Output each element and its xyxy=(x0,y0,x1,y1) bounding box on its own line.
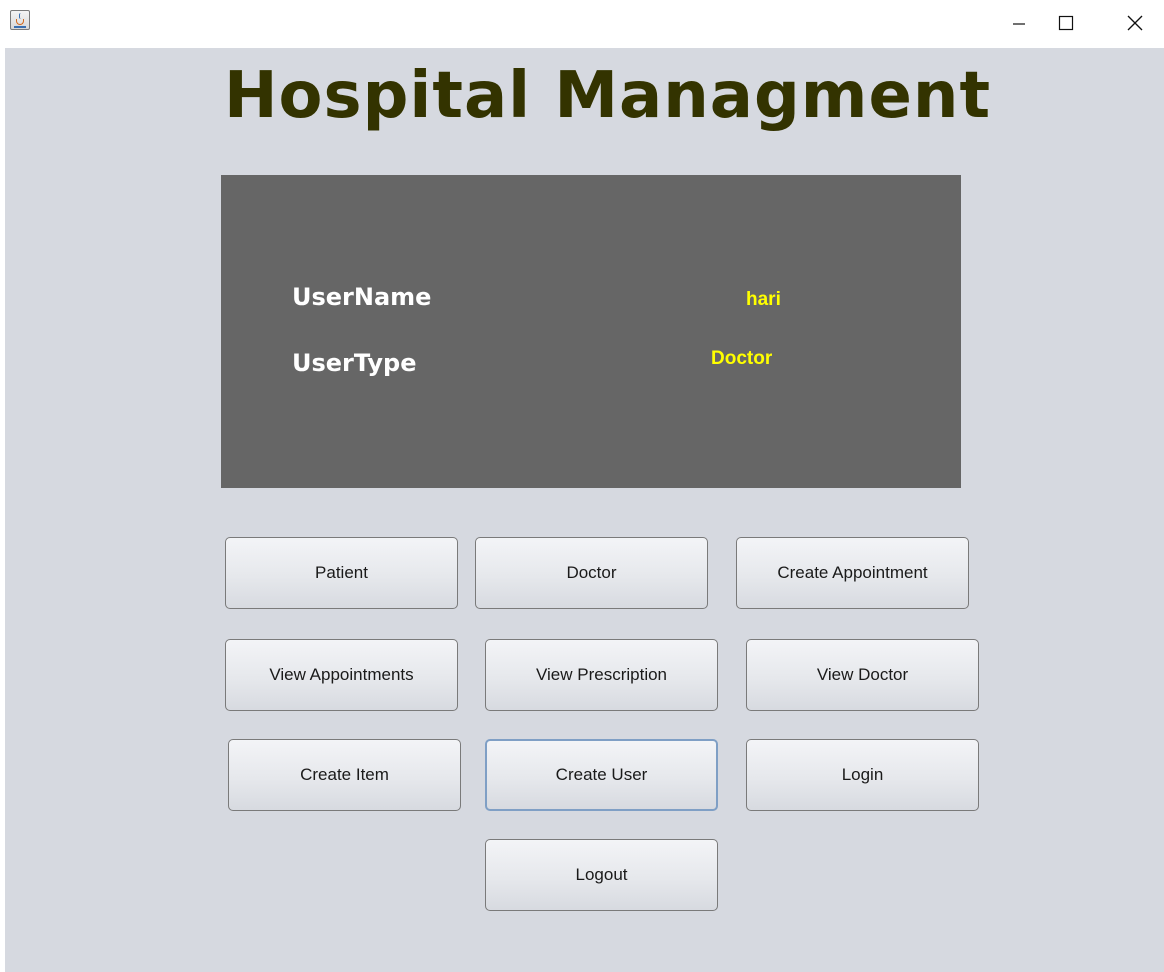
usertype-label: UserType xyxy=(292,349,417,377)
create-appointment-button[interactable]: Create Appointment xyxy=(736,537,969,609)
create-item-button[interactable]: Create Item xyxy=(228,739,461,811)
username-label: UserName xyxy=(292,283,432,311)
close-button[interactable] xyxy=(1112,0,1158,46)
minimize-button[interactable] xyxy=(996,0,1042,46)
usertype-value: Doctor xyxy=(711,348,773,369)
main-content: Hospital Managment UserName hari UserTyp… xyxy=(5,48,1164,972)
maximize-button[interactable] xyxy=(1043,0,1089,46)
login-button[interactable]: Login xyxy=(746,739,979,811)
app-window: Hospital Managment UserName hari UserTyp… xyxy=(0,0,1164,972)
close-icon xyxy=(1127,15,1143,31)
title-bar xyxy=(0,0,1164,48)
maximize-icon xyxy=(1058,15,1074,31)
logout-button[interactable]: Logout xyxy=(485,839,718,911)
java-app-icon[interactable] xyxy=(10,10,30,30)
view-appointments-button[interactable]: View Appointments xyxy=(225,639,458,711)
view-doctor-button[interactable]: View Doctor xyxy=(746,639,979,711)
page-title: Hospital Managment xyxy=(223,59,992,133)
patient-button[interactable]: Patient xyxy=(225,537,458,609)
username-value: hari xyxy=(746,289,781,310)
minimize-icon xyxy=(1013,23,1025,25)
user-info-panel: UserName hari UserType Doctor xyxy=(221,175,961,488)
doctor-button[interactable]: Doctor xyxy=(475,537,708,609)
create-user-button[interactable]: Create User xyxy=(485,739,718,811)
view-prescription-button[interactable]: View Prescription xyxy=(485,639,718,711)
